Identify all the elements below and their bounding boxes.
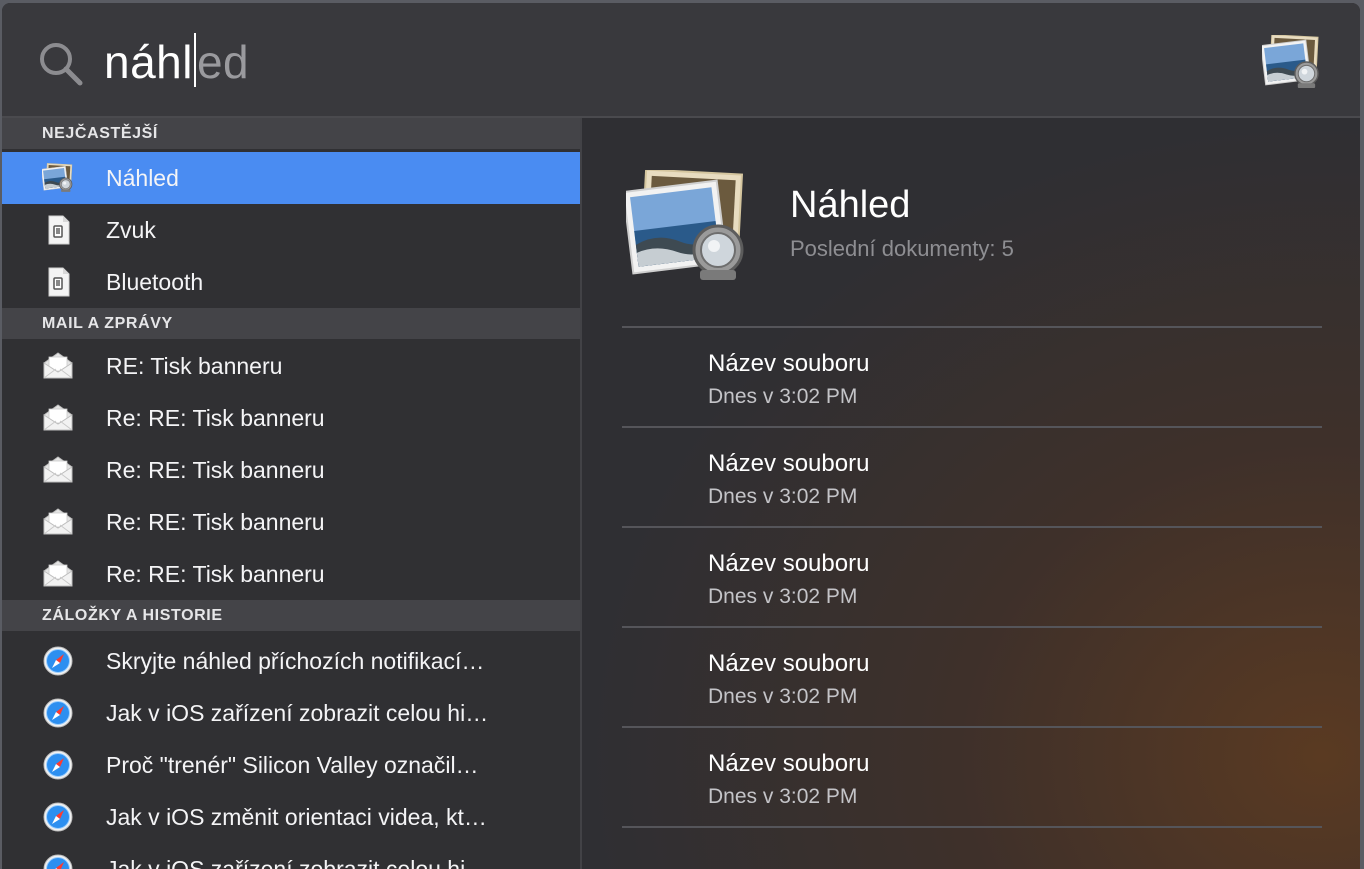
search-input[interactable]: náhled bbox=[104, 31, 249, 93]
section-header-bookmarks-history: ZÁLOŽKY A HISTORIE bbox=[2, 600, 580, 631]
safari-compass-icon bbox=[42, 854, 74, 869]
document-date: Dnes v 3:02 PM bbox=[708, 785, 858, 808]
result-item-bookmark[interactable]: Proč "trenér" Silicon Valley označil… bbox=[2, 739, 580, 791]
preview-app-icon bbox=[42, 163, 74, 193]
result-item-label: Jak v iOS změnit orientaci videa, kt… bbox=[106, 804, 487, 830]
safari-compass-icon bbox=[42, 698, 74, 728]
document-date: Dnes v 3:02 PM bbox=[708, 685, 858, 708]
mail-envelope-icon bbox=[42, 403, 74, 433]
divider bbox=[622, 426, 1322, 428]
search-icon bbox=[40, 43, 83, 86]
document-name: Název souboru bbox=[708, 550, 870, 577]
result-item-mail[interactable]: Re: RE: Tisk banneru bbox=[2, 548, 580, 600]
result-item-preview[interactable]: Náhled bbox=[2, 152, 580, 204]
text-caret bbox=[193, 33, 196, 87]
search-autocomplete-text: ed bbox=[196, 36, 250, 88]
result-item-bookmark[interactable]: Jak v iOS zařízení zobrazit celou hi… bbox=[2, 843, 580, 869]
preview-title: Náhled bbox=[790, 184, 911, 226]
result-item-label: Jak v iOS zařízení zobrazit celou hi… bbox=[106, 700, 489, 726]
result-item-mail[interactable]: RE: Tisk banneru bbox=[2, 340, 580, 392]
document-name: Název souboru bbox=[708, 650, 870, 677]
spotlight-window: náhled NEJČASTĚJŠÍ Náhled Zvuk Bluetooth… bbox=[2, 3, 1360, 869]
safari-compass-icon bbox=[42, 802, 74, 832]
document-date: Dnes v 3:02 PM bbox=[708, 485, 858, 508]
search-bar[interactable]: náhled bbox=[2, 3, 1360, 118]
result-item-bookmark[interactable]: Jak v iOS změnit orientaci videa, kt… bbox=[2, 791, 580, 843]
result-item-bookmark[interactable]: Skryjte náhled příchozích notifikací… bbox=[2, 635, 580, 687]
divider bbox=[622, 626, 1322, 628]
mail-envelope-icon bbox=[42, 559, 74, 589]
result-item-label: Bluetooth bbox=[106, 269, 204, 295]
result-item-bookmark[interactable]: Jak v iOS zařízení zobrazit celou hi… bbox=[2, 687, 580, 739]
result-item-label: Re: RE: Tisk banneru bbox=[106, 457, 325, 483]
result-item-label: Skryjte náhled příchozích notifikací… bbox=[106, 648, 485, 674]
section-header-top-hits: NEJČASTĚJŠÍ bbox=[2, 118, 580, 149]
document-name: Název souboru bbox=[708, 350, 870, 377]
result-item-label: Re: RE: Tisk banneru bbox=[106, 509, 325, 535]
divider bbox=[622, 526, 1322, 528]
result-item-label: RE: Tisk banneru bbox=[106, 353, 283, 379]
preview-app-icon bbox=[626, 170, 750, 282]
result-item-mail[interactable]: Re: RE: Tisk banneru bbox=[2, 496, 580, 548]
results-list: NEJČASTĚJŠÍ Náhled Zvuk Bluetooth MAIL A… bbox=[2, 118, 582, 869]
result-item-sound[interactable]: Zvuk bbox=[2, 204, 580, 256]
document-date: Dnes v 3:02 PM bbox=[708, 385, 858, 408]
search-typed-text: náhl bbox=[104, 36, 193, 88]
divider bbox=[622, 726, 1322, 728]
result-item-label: Zvuk bbox=[106, 217, 156, 243]
mail-envelope-icon bbox=[42, 351, 74, 381]
document-date: Dnes v 3:02 PM bbox=[708, 585, 858, 608]
safari-compass-icon bbox=[42, 750, 74, 780]
section-header-mail-messages: MAIL A ZPRÁVY bbox=[2, 308, 580, 339]
result-item-label: Re: RE: Tisk banneru bbox=[106, 405, 325, 431]
safari-compass-icon bbox=[42, 646, 74, 676]
mail-envelope-icon bbox=[42, 455, 74, 485]
result-item-mail[interactable]: Re: RE: Tisk banneru bbox=[2, 444, 580, 496]
document-name: Název souboru bbox=[708, 750, 870, 777]
divider bbox=[622, 826, 1322, 828]
preference-pane-icon bbox=[42, 267, 74, 297]
result-item-label: Proč "trenér" Silicon Valley označil… bbox=[106, 752, 479, 778]
document-name: Název souboru bbox=[708, 450, 870, 477]
preview-pane: Náhled Poslední dokumenty: 5 Název soubo… bbox=[582, 118, 1360, 869]
result-item-label: Re: RE: Tisk banneru bbox=[106, 561, 325, 587]
preview-subtitle: Poslední dokumenty: 5 bbox=[790, 236, 1014, 261]
result-item-label: Náhled bbox=[106, 165, 179, 191]
result-item-label: Jak v iOS zařízení zobrazit celou hi… bbox=[106, 856, 489, 869]
preference-pane-icon bbox=[42, 215, 74, 245]
mail-envelope-icon bbox=[42, 507, 74, 537]
divider bbox=[622, 326, 1322, 328]
preview-app-icon bbox=[1262, 35, 1322, 89]
result-item-mail[interactable]: Re: RE: Tisk banneru bbox=[2, 392, 580, 444]
result-item-bluetooth[interactable]: Bluetooth bbox=[2, 256, 580, 308]
